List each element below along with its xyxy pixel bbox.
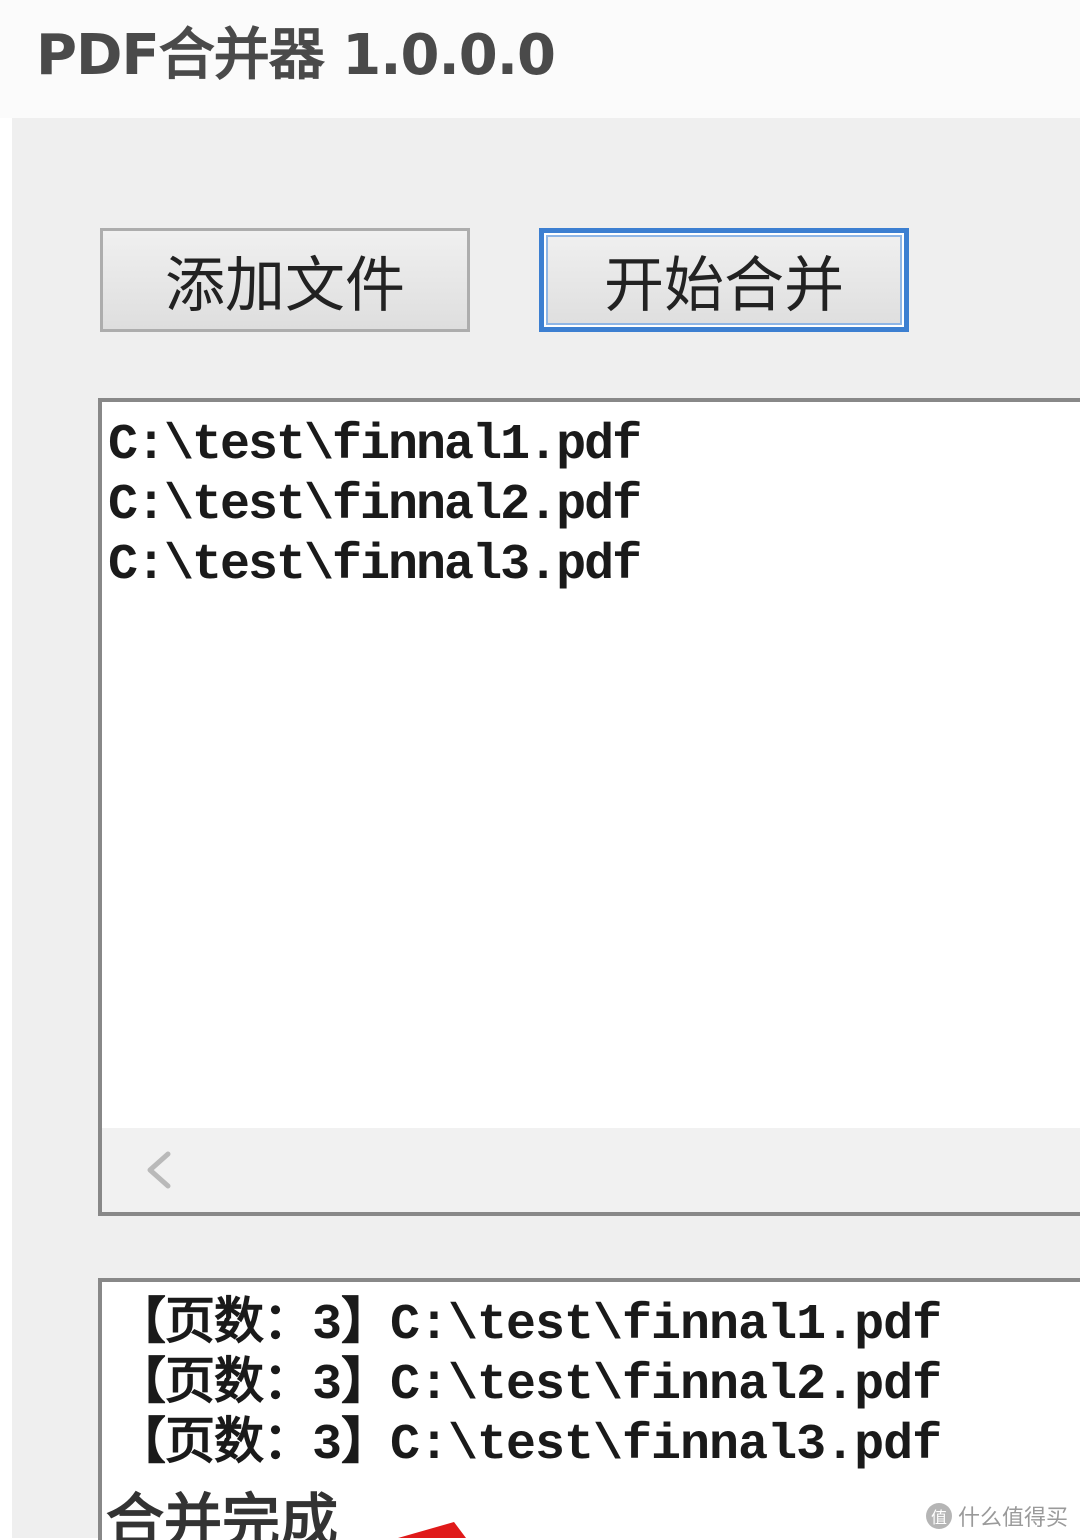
log-line: 【页数：3】C:\test\finnal2.pdf [116, 1357, 942, 1414]
list-item[interactable]: C:\test\finnal3.pdf [108, 536, 642, 596]
watermark-logo: 值 [925, 1503, 952, 1529]
chevron-left-icon[interactable] [130, 1140, 190, 1200]
log-lines: 【页数：3】C:\test\finnal1.pdf 【页数：3】C:\test\… [116, 1296, 942, 1476]
list-item[interactable]: C:\test\finnal2.pdf [108, 476, 642, 536]
main-panel: 添加文件 开始合并 C:\test\finnal1.pdf C:\test\fi… [12, 118, 1080, 1540]
start-merge-button[interactable]: 开始合并 [539, 228, 909, 332]
add-files-button[interactable]: 添加文件 [100, 228, 470, 332]
list-item[interactable]: C:\test\finnal1.pdf [108, 416, 642, 476]
log-line: 【页数：3】C:\test\finnal1.pdf [116, 1297, 942, 1354]
watermark: 值 什么值得买 [925, 1500, 1068, 1532]
title-bar: PDF合并器 1.0.0.0 [0, 0, 1080, 118]
window-title: PDF合并器 1.0.0.0 [36, 23, 556, 88]
file-list[interactable]: C:\test\finnal1.pdf C:\test\finnal2.pdf … [98, 398, 1080, 1216]
red-annotation-mark [398, 1522, 466, 1538]
horizontal-scrollbar[interactable] [102, 1128, 1080, 1212]
merge-status: 合并完成 [106, 1487, 339, 1540]
watermark-text: 什么值得买 [957, 1506, 1068, 1531]
file-list-items: C:\test\finnal1.pdf C:\test\finnal2.pdf … [108, 416, 642, 596]
log-line: 【页数：3】C:\test\finnal3.pdf [116, 1417, 942, 1474]
